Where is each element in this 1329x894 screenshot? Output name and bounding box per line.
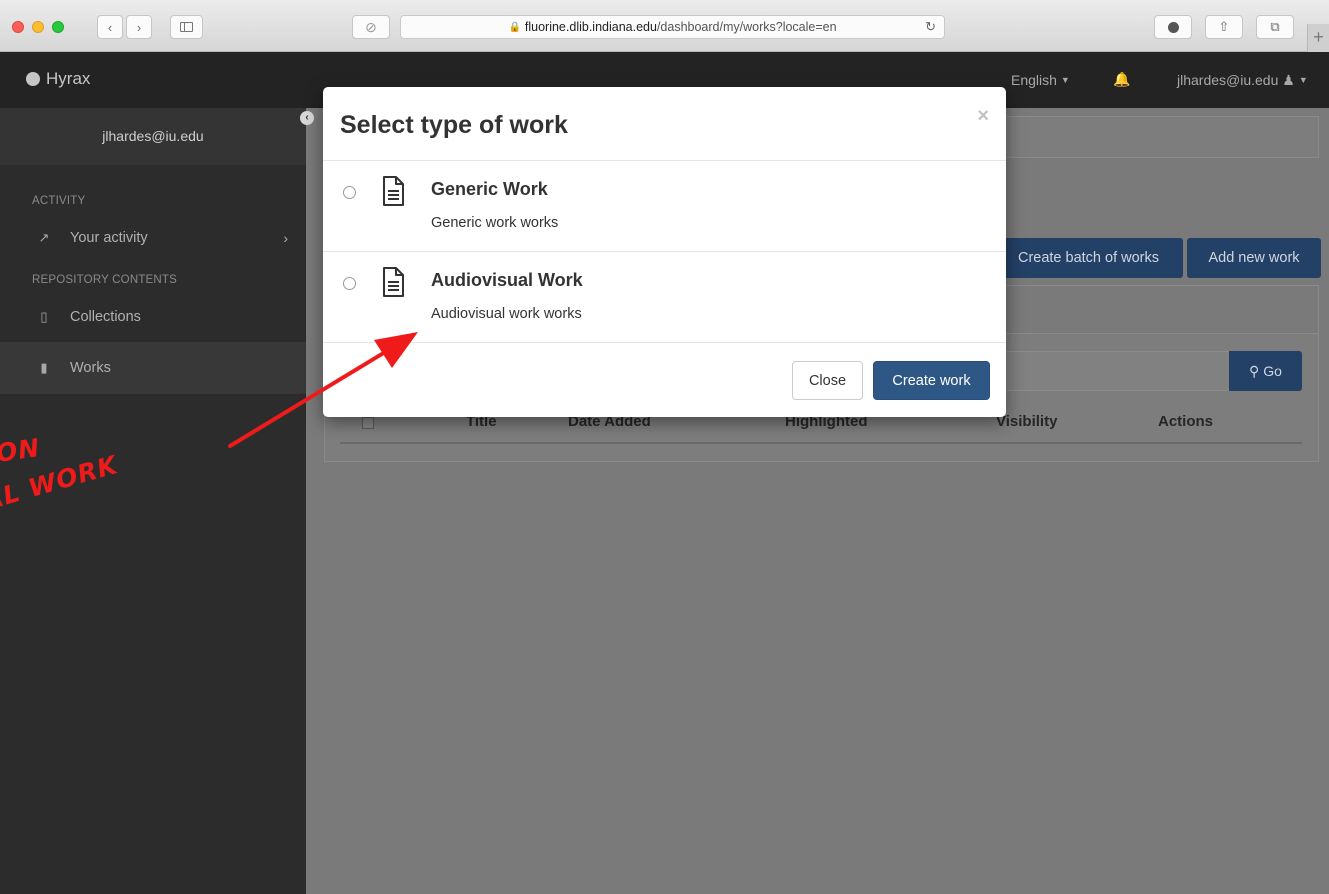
caret-down-icon: ▼	[1060, 75, 1070, 85]
background-panel-header	[994, 116, 1319, 158]
share-icon: ⇧	[1218, 19, 1230, 34]
option-title: Audiovisual Work	[431, 270, 583, 290]
create-work-button[interactable]: Create work	[873, 361, 990, 400]
table-header-divider	[340, 442, 1302, 444]
sidebar-user: jlhardes@iu.edu	[0, 108, 306, 165]
back-button[interactable]: ‹	[97, 15, 123, 39]
browser-toolbar: ‹ › ⊘ 🔒 fluorine.dlib.indiana.edu/dashbo…	[0, 0, 1329, 52]
new-tab-button[interactable]: +	[1307, 24, 1329, 52]
sidebar-item-label: Works	[70, 360, 111, 376]
go-label: Go	[1263, 363, 1282, 379]
url-domain: fluorine.dlib.indiana.edu	[524, 20, 657, 34]
language-label: English	[1011, 72, 1057, 88]
url-path: /dashboard/my/works?locale=en	[656, 20, 837, 34]
select-work-type-modal: Select type of work × Generic Work Gener…	[323, 87, 1006, 417]
globe-icon	[26, 72, 40, 86]
user-dropdown[interactable]: jlhardes@iu.edu ♟ ▼	[1177, 72, 1308, 89]
option-title: Generic Work	[431, 179, 548, 199]
language-dropdown[interactable]: English ▼	[1011, 72, 1070, 88]
sidebar-icon	[180, 22, 193, 32]
downloads-button[interactable]	[1154, 15, 1192, 39]
tabs-button[interactable]: ⧉	[1256, 15, 1294, 39]
search-go-button[interactable]: ⚲ Go	[1229, 351, 1302, 391]
option-description: Audiovisual work works	[431, 306, 582, 322]
close-icon[interactable]: ×	[977, 105, 989, 128]
sidebar: jlhardes@iu.edu ACTIVITY ↗ Your activity…	[0, 108, 306, 894]
work-type-option-audiovisual[interactable]: Audiovisual Work Audiovisual work works	[323, 252, 1006, 343]
search-icon: ⚲	[1249, 362, 1260, 379]
privacy-report-button[interactable]: ⊘	[352, 15, 390, 39]
radio-button[interactable]	[343, 186, 356, 199]
chevron-right-icon: ›	[136, 19, 142, 35]
minimize-window-button[interactable]	[32, 21, 44, 33]
caret-down-icon: ▼	[1298, 75, 1308, 85]
modal-footer: Close Create work	[323, 343, 1006, 417]
close-window-button[interactable]	[12, 21, 24, 33]
sidebar-heading-repository: REPOSITORY CONTENTS	[32, 274, 178, 286]
sidebar-item-collections[interactable]: ▯ Collections	[0, 292, 306, 342]
chevron-right-icon: ›	[283, 230, 288, 246]
sidebar-item-works[interactable]: ▮ Works	[0, 342, 306, 394]
user-label: jlhardes@iu.edu	[1177, 72, 1279, 88]
option-description: Generic work works	[431, 215, 559, 231]
column-header-actions: Actions	[1158, 413, 1214, 430]
sidebar-item-your-activity[interactable]: ↗ Your activity ›	[0, 213, 306, 263]
forward-button[interactable]: ›	[126, 15, 152, 39]
bell-icon[interactable]: 🔔	[1113, 71, 1130, 88]
close-button[interactable]: Close	[792, 361, 863, 400]
sidebar-heading-activity: ACTIVITY	[32, 195, 86, 207]
modal-header: Select type of work ×	[323, 87, 1006, 161]
brand-label: Hyrax	[46, 69, 91, 88]
add-new-work-button[interactable]: Add new work	[1187, 238, 1321, 278]
sidebar-item-label: Your activity	[70, 230, 148, 246]
user-icon: ♟	[1282, 72, 1295, 88]
folder-open-icon: ▯	[40, 309, 48, 324]
collapse-sidebar-icon[interactable]: ‹	[300, 111, 314, 125]
work-type-option-generic[interactable]: Generic Work Generic work works	[323, 161, 1006, 252]
document-icon	[383, 267, 404, 297]
address-bar[interactable]: 🔒 fluorine.dlib.indiana.edu/dashboard/my…	[400, 15, 945, 39]
document-icon	[383, 176, 404, 206]
share-button[interactable]: ⇧	[1205, 15, 1243, 39]
line-chart-icon: ↗	[38, 230, 50, 245]
zoom-window-button[interactable]	[52, 21, 64, 33]
create-batch-button[interactable]: Create batch of works	[994, 238, 1183, 278]
file-icon: ▮	[40, 360, 48, 375]
blocked-icon: ⊘	[365, 18, 377, 35]
radio-button[interactable]	[343, 277, 356, 290]
lock-icon: 🔒	[508, 21, 521, 33]
modal-title: Select type of work	[340, 111, 568, 139]
search-input[interactable]	[994, 351, 1230, 391]
select-all-checkbox[interactable]	[362, 417, 374, 429]
tabs-icon: ⧉	[1270, 19, 1280, 34]
download-icon	[1167, 21, 1179, 33]
sidebar-item-label: Collections	[70, 309, 141, 325]
chevron-left-icon: ‹	[107, 19, 113, 35]
reload-icon[interactable]: ↻	[925, 19, 936, 35]
sidebar-toggle-button[interactable]	[170, 15, 203, 39]
brand-link[interactable]: Hyrax	[26, 69, 90, 89]
